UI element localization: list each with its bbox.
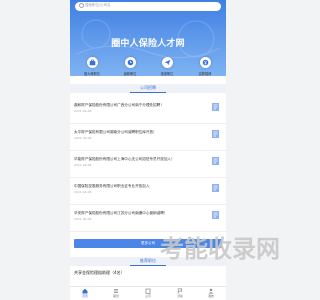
quick-link-3[interactable]: 高薪推荐 [188, 57, 222, 76]
section-underline [130, 92, 166, 93]
site-title: 圈中人保险人才网 [111, 39, 185, 49]
send-icon [164, 59, 170, 66]
search-icon [79, 3, 84, 8]
quick-link-1[interactable]: 最新职位 [113, 57, 147, 76]
section-underline [130, 265, 166, 266]
list-item[interactable]: 中国保险控股服务有限公司职业证专业开放加入 2021-04-06 [70, 178, 226, 205]
list-item[interactable]: 华安财产保险股份有限公司江苏分公司南通中心营销诚聘！ 2021-04-06 [70, 205, 226, 232]
job-card [70, 276, 226, 286]
quick-link-label: 推大荐职位 [84, 72, 100, 76]
quick-icon-wrap [161, 57, 173, 68]
tab-label: 职位 [113, 294, 119, 298]
document-icon [212, 157, 219, 165]
quick-link-label: 投递职位 [160, 72, 174, 76]
news-title: 华安财产保险股份有限公司江苏分公司南通中心营销诚聘！ [74, 211, 168, 215]
clock-icon [127, 59, 133, 66]
news-date: 2021-04-06 [74, 190, 92, 194]
tab-profile[interactable]: 我的 [198, 288, 224, 298]
tab-jobs[interactable]: 职位 [103, 288, 129, 298]
document-icon [212, 184, 219, 192]
news-title: 华能财产保险股份有限公司上海中心支公司招驻专员开放加入！ [74, 157, 175, 161]
quick-icon-wrap [124, 57, 136, 68]
quick-link-0[interactable]: 推大荐职位 [75, 57, 109, 76]
tab-label: 我的 [208, 294, 214, 298]
tab-label: 公司 [145, 294, 151, 298]
bottom-tab-bar: 首页 职位 公司 活动 我的 [70, 286, 226, 300]
briefcase-icon [89, 59, 95, 66]
quick-links: 推大荐职位 最新职位 投递职位 高薪推荐 [70, 57, 226, 79]
section-title: 公司招聘 [140, 85, 156, 90]
document-icon [212, 103, 219, 111]
news-title: 鼎和财产保险股份有限公司广西分公司南宁分理处招聘！ [74, 103, 164, 107]
search-input[interactable]: 搜索职位/公司名 [85, 3, 111, 8]
company-section-header: 公司招聘 [70, 84, 226, 93]
tab-label: 首页 [82, 294, 88, 298]
list-item[interactable]: 鼎和财产保险股份有限公司广西分公司南宁分理处招聘！ 2021-04-06 [70, 97, 226, 124]
news-date: 2021-04-06 [74, 163, 92, 167]
list-item[interactable]: 太平财产保险有限公司湖南分公司诚聘职位库开放！ 2021-04-06 [70, 124, 226, 151]
news-date: 2021-04-06 [74, 109, 92, 113]
watermark-text: 考能收录网 [160, 235, 280, 262]
document-icon [212, 130, 219, 138]
tab-label: 活动 [177, 294, 183, 298]
quick-icon-wrap [86, 57, 98, 68]
money-icon [202, 59, 208, 66]
quick-link-label: 高薪推荐 [198, 72, 212, 76]
news-date: 2021-04-06 [74, 217, 92, 221]
site-watermark: 考能收录网 [160, 235, 280, 262]
document-icon [212, 211, 219, 219]
quick-link-2[interactable]: 投递职位 [150, 57, 184, 76]
quick-link-label: 最新职位 [123, 72, 137, 76]
news-list: 鼎和财产保险股份有限公司广西分公司南宁分理处招聘！ 2021-04-06 太平财… [70, 97, 226, 232]
news-date: 2021-04-06 [74, 136, 92, 140]
news-title: 中国保险控股服务有限公司职业证专业开放加入 [74, 184, 150, 188]
news-title: 太平财产保险有限公司湖南分公司诚聘职位库开放！ [74, 130, 157, 134]
list-item[interactable]: 华能财产保险股份有限公司上海中心支公司招驻专员开放加入！ 2021-04-06 [70, 151, 226, 178]
tab-activities[interactable]: 活动 [167, 288, 193, 298]
tab-companies[interactable]: 公司 [135, 288, 161, 298]
quick-icon-wrap [199, 57, 211, 68]
tab-home[interactable]: 首页 [72, 288, 98, 298]
search-bar[interactable]: 搜索职位/公司名 [75, 2, 221, 11]
